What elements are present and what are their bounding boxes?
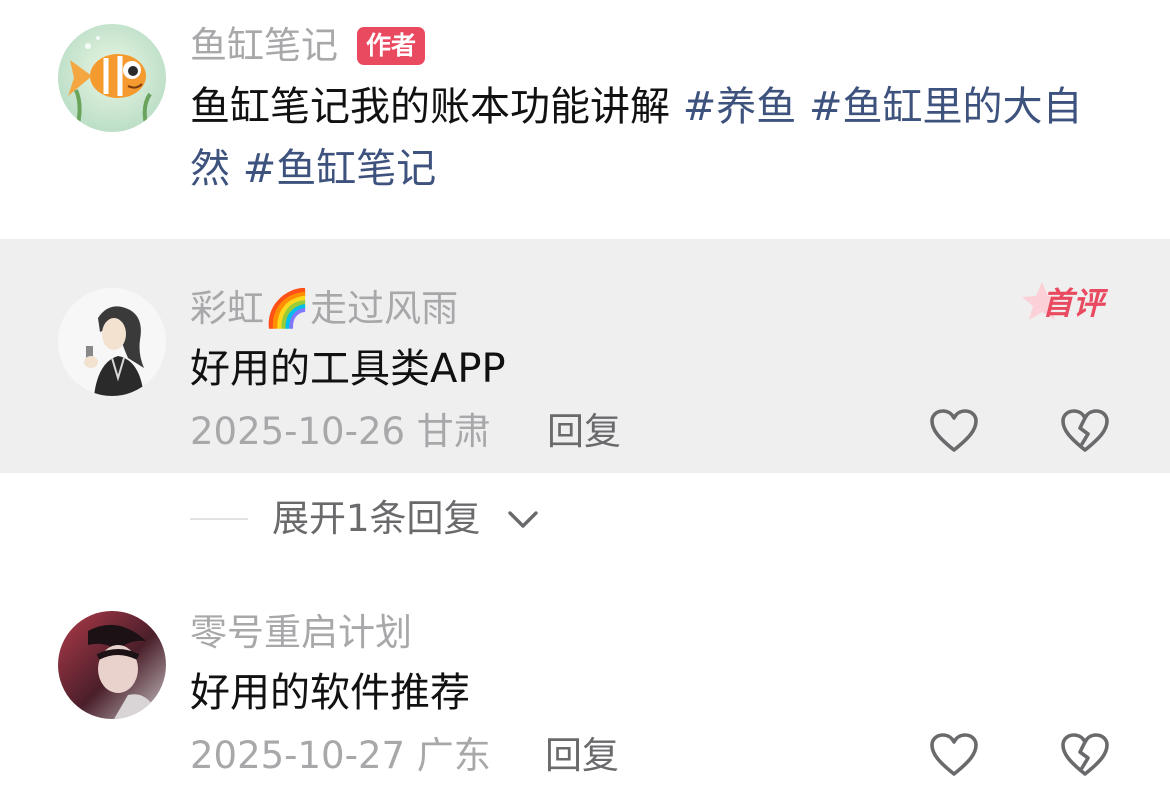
comment-date: 2025-10-27: [190, 734, 406, 777]
hashtag-link[interactable]: #养鱼: [683, 84, 797, 130]
chevron-down-icon[interactable]: [505, 504, 541, 534]
expand-divider: [190, 518, 248, 520]
first-comment-label: 首评: [1042, 286, 1104, 322]
dislike-button[interactable]: [1060, 408, 1110, 454]
hashtag-link[interactable]: #鱼缸笔记: [243, 146, 437, 192]
like-button[interactable]: [929, 732, 979, 778]
first-comment-badge: 首评: [1022, 280, 1112, 332]
broken-heart-icon: [1061, 409, 1109, 452]
commenter-name[interactable]: 彩虹🌈走过风雨: [190, 290, 458, 327]
comment-meta: 2025-10-26 甘肃: [190, 413, 491, 450]
comment-location: 广东: [416, 734, 491, 777]
dislike-button[interactable]: [1060, 732, 1110, 778]
comment-text: 好用的软件推荐: [190, 670, 470, 716]
expand-replies-button[interactable]: 展开1条回复: [272, 500, 481, 537]
commenter-name[interactable]: 零号重启计划: [190, 614, 412, 651]
heart-outline-icon: [930, 733, 978, 776]
author-name[interactable]: 鱼缸笔记: [190, 27, 338, 64]
heart-outline-icon: [930, 409, 978, 452]
comment-location: 甘肃: [416, 410, 491, 453]
commenter-avatar[interactable]: [58, 611, 166, 719]
reply-button[interactable]: 回复: [545, 737, 619, 774]
comment-date: 2025-10-26: [190, 410, 406, 453]
post-caption: 鱼缸笔记我的账本功能讲解 #养鱼 #鱼缸里的大自然 #鱼缸笔记: [190, 76, 1120, 200]
author-badge: 作者: [357, 27, 426, 65]
like-button[interactable]: [929, 408, 979, 454]
post-text: 鱼缸笔记我的账本功能讲解: [190, 84, 670, 130]
comment-meta: 2025-10-27 广东: [190, 737, 491, 774]
commenter-avatar[interactable]: [58, 288, 166, 396]
reply-button[interactable]: 回复: [547, 413, 621, 450]
broken-heart-icon: [1061, 733, 1109, 776]
author-avatar[interactable]: [58, 24, 166, 132]
comment-text: 好用的工具类APP: [190, 346, 506, 392]
